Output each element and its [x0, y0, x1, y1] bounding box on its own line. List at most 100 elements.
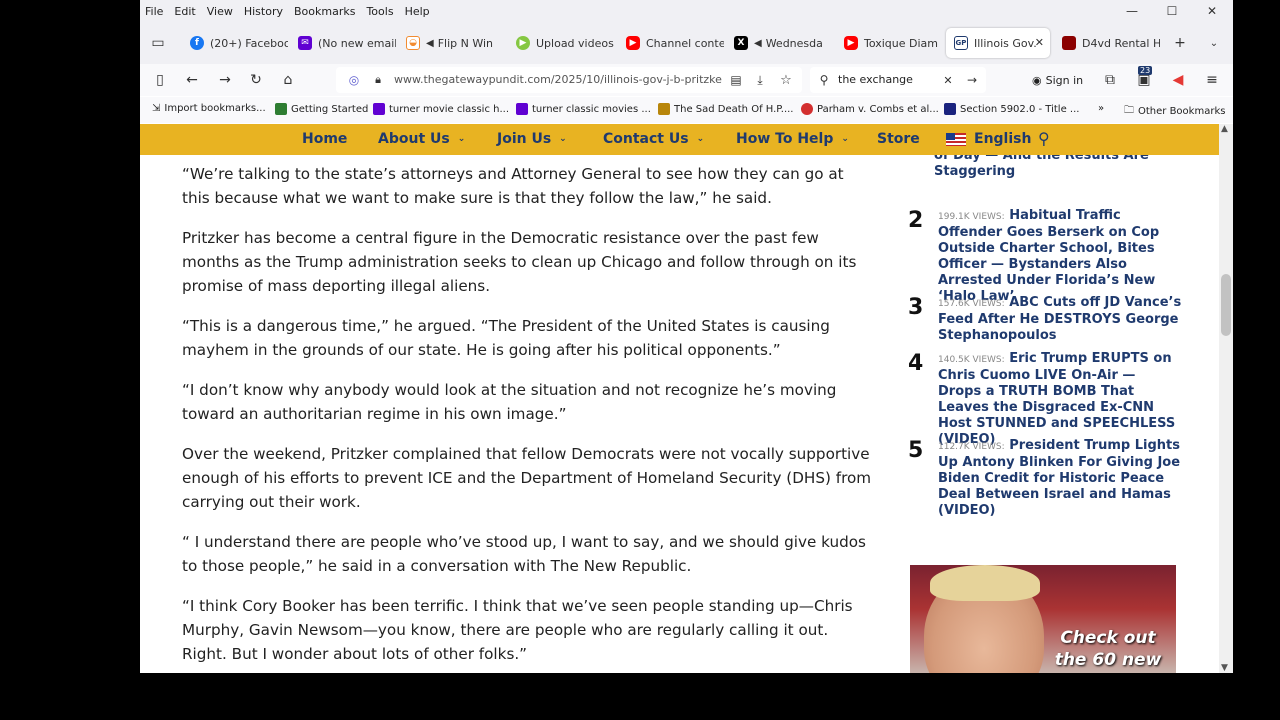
menu-view[interactable]: View: [202, 5, 239, 18]
close-tab-icon[interactable]: ✕: [1035, 36, 1044, 49]
facebook-icon: f: [190, 36, 204, 50]
back-arrow-icon[interactable]: ←: [182, 70, 202, 90]
page-scrollbar[interactable]: ▲ ▼: [1219, 124, 1233, 673]
tab-channel-content[interactable]: ▶ Channel conte: [618, 28, 724, 58]
tab-list-chevron-icon[interactable]: ⌄: [1204, 33, 1224, 53]
bookmark-star-icon[interactable]: ☆: [776, 70, 796, 90]
extensions-icon[interactable]: ⧉: [1100, 70, 1120, 90]
nav-join-us[interactable]: Join Us ⌄: [497, 131, 567, 147]
trending-rank: 3: [908, 295, 924, 320]
search-go-arrow-icon[interactable]: →: [962, 70, 982, 90]
trending-views: 157.6K VIEWS:: [938, 299, 1005, 309]
menu-help[interactable]: Help: [400, 5, 436, 18]
tab-x-wednesday[interactable]: X ◀ Wednesda: [726, 28, 832, 58]
advertisement-banner[interactable]: Check out the 60 new: [910, 565, 1176, 673]
tab-email[interactable]: ✉ (No new emails: [290, 28, 396, 58]
nav-about-us[interactable]: About Us ⌄: [378, 131, 465, 147]
nav-language[interactable]: English: [946, 131, 1031, 147]
bookmark-label: Other Bookmarks: [1138, 106, 1226, 117]
trending-link[interactable]: Habitual Traffic Offender Goes Berserk o…: [938, 208, 1159, 304]
other-bookmarks-folder[interactable]: 🗀︎ Other Bookmarks: [1124, 103, 1225, 120]
tab-d4vd[interactable]: D4vd Rental Ho: [1054, 28, 1160, 58]
tab-label: Wednesda: [765, 36, 823, 50]
nav-contact-us[interactable]: Contact Us ⌄: [603, 131, 704, 147]
bookmark-turner-2[interactable]: turner classic movies ...: [516, 103, 651, 115]
tab-label: Flip N Win: [437, 36, 494, 50]
bookmark-turner-1[interactable]: turner movie classic h...: [373, 103, 509, 115]
tab-label: Upload videos: [536, 36, 614, 50]
speaker-icon[interactable]: ◀: [754, 38, 762, 49]
chevron-down-icon: ⌄: [559, 134, 567, 144]
megaphone-icon[interactable]: ◀: [1168, 70, 1188, 90]
download-icon[interactable]: ⤓: [750, 70, 770, 90]
nav-label: Join Us: [497, 131, 552, 147]
home-icon[interactable]: ⌂: [278, 70, 298, 90]
address-bar[interactable]: ◎ 🔒︎ www.thegatewaypundit.com/2025/10/il…: [336, 67, 802, 93]
nav-label: Store: [877, 131, 920, 147]
menu-edit[interactable]: Edit: [169, 5, 201, 18]
reload-icon[interactable]: ↻: [246, 70, 266, 90]
search-input[interactable]: the exchange: [838, 73, 913, 86]
scroll-up-arrow-icon[interactable]: ▲: [1221, 124, 1228, 134]
site-icon: [801, 103, 813, 115]
scroll-down-arrow-icon[interactable]: ▼: [1221, 663, 1228, 673]
tab-upload-videos[interactable]: ▶ Upload videos: [508, 28, 614, 58]
menu-tools[interactable]: Tools: [361, 5, 399, 18]
folder-icon: 🗀︎: [1124, 105, 1134, 116]
extension-badge-icon[interactable]: 23 ▣: [1134, 66, 1154, 90]
speaker-icon[interactable]: ◀: [426, 38, 434, 49]
bookmark-label: Getting Started: [291, 103, 369, 115]
yahoo-icon: [373, 103, 385, 115]
url-text[interactable]: www.thegatewaypundit.com/2025/10/illinoi…: [394, 73, 724, 86]
close-window-button[interactable]: ✕: [1192, 0, 1232, 22]
tab-overview-icon[interactable]: ▭: [148, 33, 168, 53]
trending-views: 199.1K VIEWS:: [938, 212, 1005, 222]
sidebar-toggle-icon[interactable]: ▯: [150, 70, 170, 90]
trending-link[interactable]: Eric Trump ERUPTS on Chris Cuomo LIVE On…: [938, 351, 1175, 447]
bookmark-section[interactable]: Section 5902.0 - Title ...: [944, 103, 1079, 115]
nav-label: Contact Us: [603, 131, 689, 147]
reader-view-icon[interactable]: ▤: [726, 70, 746, 90]
nav-home[interactable]: Home: [302, 131, 347, 147]
bookmark-label: Import bookmarks...: [164, 103, 266, 114]
bookmark-parham[interactable]: Parham v. Combs et al...: [801, 103, 939, 115]
sign-in-button[interactable]: ◉ Sign in: [1026, 69, 1089, 91]
extension-badge-count: 23: [1138, 66, 1153, 75]
bookmark-getting-started[interactable]: Getting Started: [275, 103, 368, 115]
ad-text: Check out the 60 new: [1054, 628, 1162, 670]
bookmark-sad-death[interactable]: The Sad Death Of H.P....: [658, 103, 793, 115]
shield-icon[interactable]: ◎: [344, 70, 364, 90]
nav-label: Home: [302, 131, 348, 147]
clear-search-icon[interactable]: ✕: [938, 70, 958, 90]
account-icon: ◉: [1032, 73, 1042, 87]
maximize-button[interactable]: ☐: [1152, 0, 1192, 22]
lock-icon[interactable]: 🔒︎: [368, 70, 388, 90]
forward-arrow-icon[interactable]: →: [215, 70, 235, 90]
tab-illinois-gov[interactable]: GP Illinois Gov. ✕: [946, 28, 1050, 58]
scrollbar-thumb[interactable]: [1221, 274, 1231, 336]
nav-store[interactable]: Store: [877, 131, 920, 147]
site-icon: [1062, 36, 1076, 50]
article-paragraph: Pritzker has become a central figure in …: [182, 229, 857, 295]
nav-label: How To Help: [736, 131, 834, 147]
search-icon[interactable]: ⚲: [1038, 129, 1050, 148]
search-box[interactable]: ⚲ the exchange ✕ →: [810, 67, 986, 93]
article-paragraph: “This is a dangerous time,” he argued. “…: [182, 317, 830, 359]
tab-toxique[interactable]: ▶ Toxique Diam: [836, 28, 942, 58]
tab-label: Channel conte: [646, 36, 724, 50]
menu-bookmarks[interactable]: Bookmarks: [289, 5, 361, 18]
new-tab-icon[interactable]: +: [1170, 33, 1190, 53]
chevron-down-icon: ⌄: [457, 134, 466, 144]
site-icon: [658, 103, 670, 115]
minimize-button[interactable]: —: [1112, 0, 1152, 22]
nav-how-to-help[interactable]: How To Help ⌄: [736, 131, 849, 147]
gift-icon: ◒: [406, 36, 420, 50]
tab-flip-n-win[interactable]: ◒ ◀ Flip N Win: [398, 28, 502, 58]
menu-history[interactable]: History: [239, 5, 289, 18]
us-flag-icon: [946, 132, 966, 146]
tab-facebook[interactable]: f (20+) Facebook: [182, 28, 288, 58]
menu-file[interactable]: File: [140, 5, 169, 18]
bookmark-import[interactable]: ⇲ Import bookmarks...: [152, 103, 266, 114]
app-menu-icon[interactable]: ≡: [1202, 70, 1222, 90]
bookmarks-overflow-button[interactable]: »: [1098, 103, 1104, 114]
